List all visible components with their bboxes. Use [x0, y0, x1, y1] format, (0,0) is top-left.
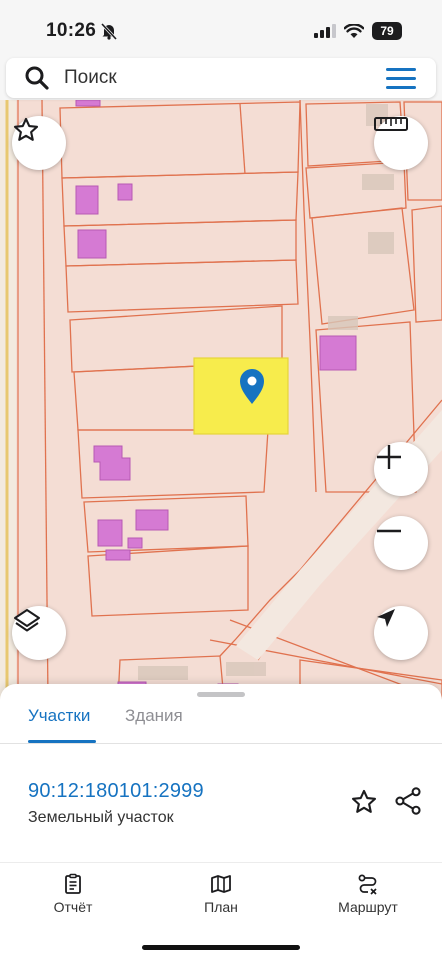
- search-bar[interactable]: Поиск: [6, 58, 436, 98]
- share-icon[interactable]: [394, 786, 422, 816]
- home-indicator: [142, 945, 300, 950]
- map-plan-icon: [211, 875, 231, 893]
- ruler-button[interactable]: [374, 116, 428, 170]
- star-icon[interactable]: [350, 788, 378, 816]
- location-arrow-icon: [377, 609, 395, 627]
- signal-icon: [314, 24, 336, 38]
- nav-route[interactable]: Маршрут: [313, 873, 423, 917]
- selected-parcel[interactable]: [193, 357, 289, 435]
- status-bar: 10:26 79: [0, 0, 442, 56]
- active-tab-indicator: [28, 740, 96, 743]
- star-icon: [13, 117, 39, 141]
- report-clipboard-icon: [65, 873, 81, 894]
- nav-report[interactable]: Отчёт: [18, 873, 128, 917]
- nav-route-label: Маршрут: [338, 899, 398, 915]
- menu-icon[interactable]: [386, 68, 416, 90]
- sheet-drag-handle[interactable]: [197, 692, 245, 697]
- wifi-icon: [344, 23, 364, 38]
- system-icons: 79: [314, 22, 402, 40]
- favorite-button[interactable]: [12, 116, 66, 170]
- search-input[interactable]: Поиск: [64, 67, 117, 89]
- bottom-nav: Отчёт План Маршрут: [0, 862, 442, 960]
- layers-button[interactable]: [12, 606, 66, 660]
- nav-plan[interactable]: План: [166, 873, 276, 917]
- parcel-sheet: Участки Здания 90:12:180101:2999 Земельн…: [0, 684, 442, 864]
- parcel-type-label: Земельный участок: [28, 809, 174, 826]
- zoom-in-icon: [377, 445, 401, 469]
- ruler-icon: [374, 117, 408, 131]
- sheet-tabs: Участки Здания: [0, 704, 442, 744]
- zoom-out-button[interactable]: [374, 516, 428, 570]
- cadastre-number-link[interactable]: 90:12:180101:2999: [28, 780, 204, 803]
- search-icon: [25, 66, 49, 90]
- status-time: 10:26: [46, 20, 97, 41]
- tab-parcels[interactable]: Участки: [28, 706, 90, 726]
- battery-icon: 79: [372, 22, 402, 40]
- map-view[interactable]: [0, 100, 442, 700]
- zoom-out-icon: [377, 529, 401, 533]
- nav-report-label: Отчёт: [53, 899, 93, 915]
- tab-buildings[interactable]: Здания: [125, 706, 183, 726]
- layers-icon: [14, 609, 40, 632]
- nav-plan-label: План: [204, 899, 238, 915]
- route-icon: [358, 874, 377, 895]
- my-location-button[interactable]: [374, 606, 428, 660]
- bell-slash-icon: [100, 22, 118, 40]
- zoom-in-button[interactable]: [374, 442, 428, 496]
